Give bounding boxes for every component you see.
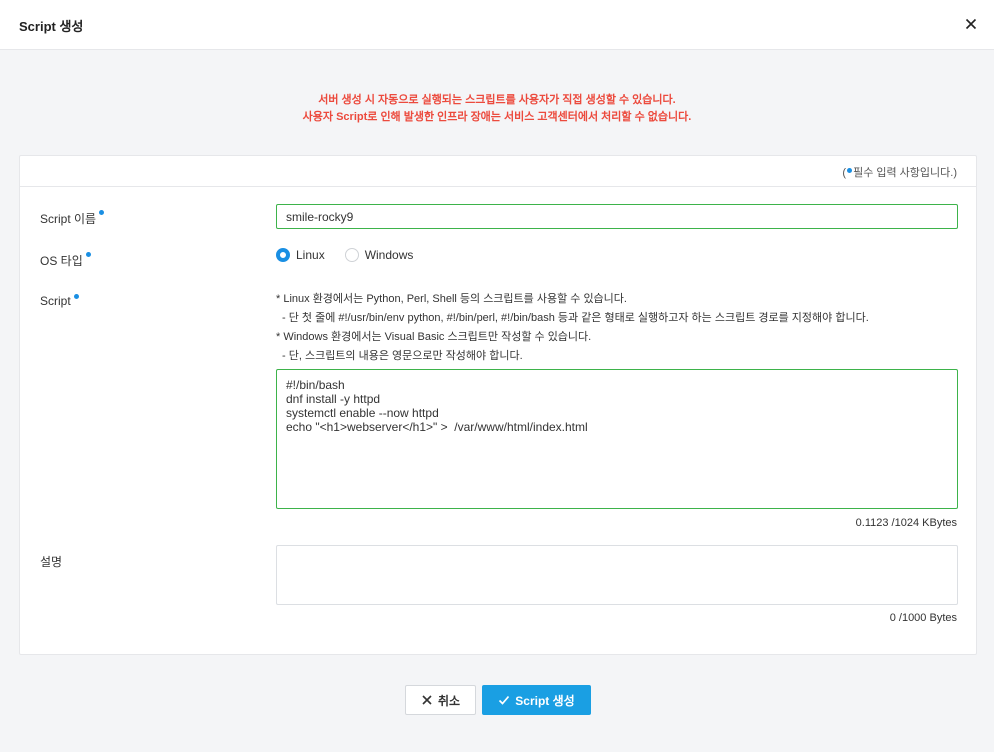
required-dot-icon xyxy=(847,168,853,173)
description-size-counter: 0 /1000 Bytes xyxy=(889,612,957,624)
close-icon xyxy=(422,695,432,705)
notice-line-2: 사용자 Script로 인해 발생한 인프라 장애는 서비스 고객센터에서 처리… xyxy=(302,111,692,123)
notice-line-1: 서버 생성 시 자동으로 실행되는 스크립트를 사용자가 직접 생성할 수 있습… xyxy=(318,94,676,106)
panel-top-bar: ( 필수 입력 사항입니다.) xyxy=(20,156,976,187)
os-radio-windows[interactable]: Windows xyxy=(344,248,414,262)
warning-notice: 서버 생성 시 자동으로 실행되는 스크립트를 사용자가 직접 생성할 수 있습… xyxy=(0,92,994,126)
modal-title: Script 생성 xyxy=(19,19,84,34)
modal-header: Script 생성 xyxy=(0,0,994,50)
script-help: * Linux 환경에서는 Python, Perl, Shell 등의 스크립… xyxy=(276,290,869,366)
script-textarea[interactable]: #!/bin/bash dnf install -y httpd systemc… xyxy=(276,369,958,509)
script-help-line: - 단 첫 줄에 #!/usr/bin/env python, #!/bin/p… xyxy=(282,312,869,324)
cancel-button[interactable]: 취소 xyxy=(405,685,476,715)
script-name-label-text: Script 이름 xyxy=(40,212,97,226)
required-note: ( 필수 입력 사항입니다.) xyxy=(842,164,957,180)
script-name-label: Script 이름 xyxy=(40,210,105,227)
description-label: 설명 xyxy=(40,555,63,569)
cancel-button-label: 취소 xyxy=(437,693,461,708)
radio-unchecked-icon xyxy=(344,248,359,262)
os-radio-linux-label: Linux xyxy=(296,248,325,262)
required-note-open: ( xyxy=(842,167,847,179)
script-label-text: Script xyxy=(40,294,71,308)
os-type-label: OS 타입 xyxy=(40,252,91,269)
script-help-line: - 단, 스크립트의 내용은 영문으로만 작성해야 합니다. xyxy=(282,350,523,362)
create-script-button-label: Script 생성 xyxy=(515,693,575,708)
os-radio-linux[interactable]: Linux xyxy=(276,248,325,262)
required-dot-icon xyxy=(73,294,79,299)
script-help-line: * Windows 환경에서는 Visual Basic 스크립트만 작성할 수… xyxy=(276,331,592,343)
required-note-text: 필수 입력 사항입니다.) xyxy=(853,167,957,179)
close-button[interactable] xyxy=(962,15,980,33)
required-dot-icon xyxy=(99,210,105,215)
close-icon xyxy=(965,18,977,30)
description-textarea[interactable] xyxy=(276,545,958,605)
required-dot-icon xyxy=(85,252,91,257)
os-type-radio-group: Linux Windows xyxy=(276,248,433,262)
script-label: Script xyxy=(40,294,79,308)
os-radio-windows-label: Windows xyxy=(364,248,414,262)
radio-checked-icon xyxy=(276,248,290,262)
script-size-counter: 0.1123 /1024 KBytes xyxy=(855,517,957,529)
check-icon xyxy=(499,695,510,705)
script-help-line: * Linux 환경에서는 Python, Perl, Shell 등의 스크립… xyxy=(276,293,627,305)
create-script-button[interactable]: Script 생성 xyxy=(482,685,591,715)
script-name-input[interactable] xyxy=(276,204,958,229)
os-type-label-text: OS 타입 xyxy=(40,254,83,268)
form-panel: ( 필수 입력 사항입니다.) Script 이름 OS 타입 Linux Win… xyxy=(19,155,977,655)
